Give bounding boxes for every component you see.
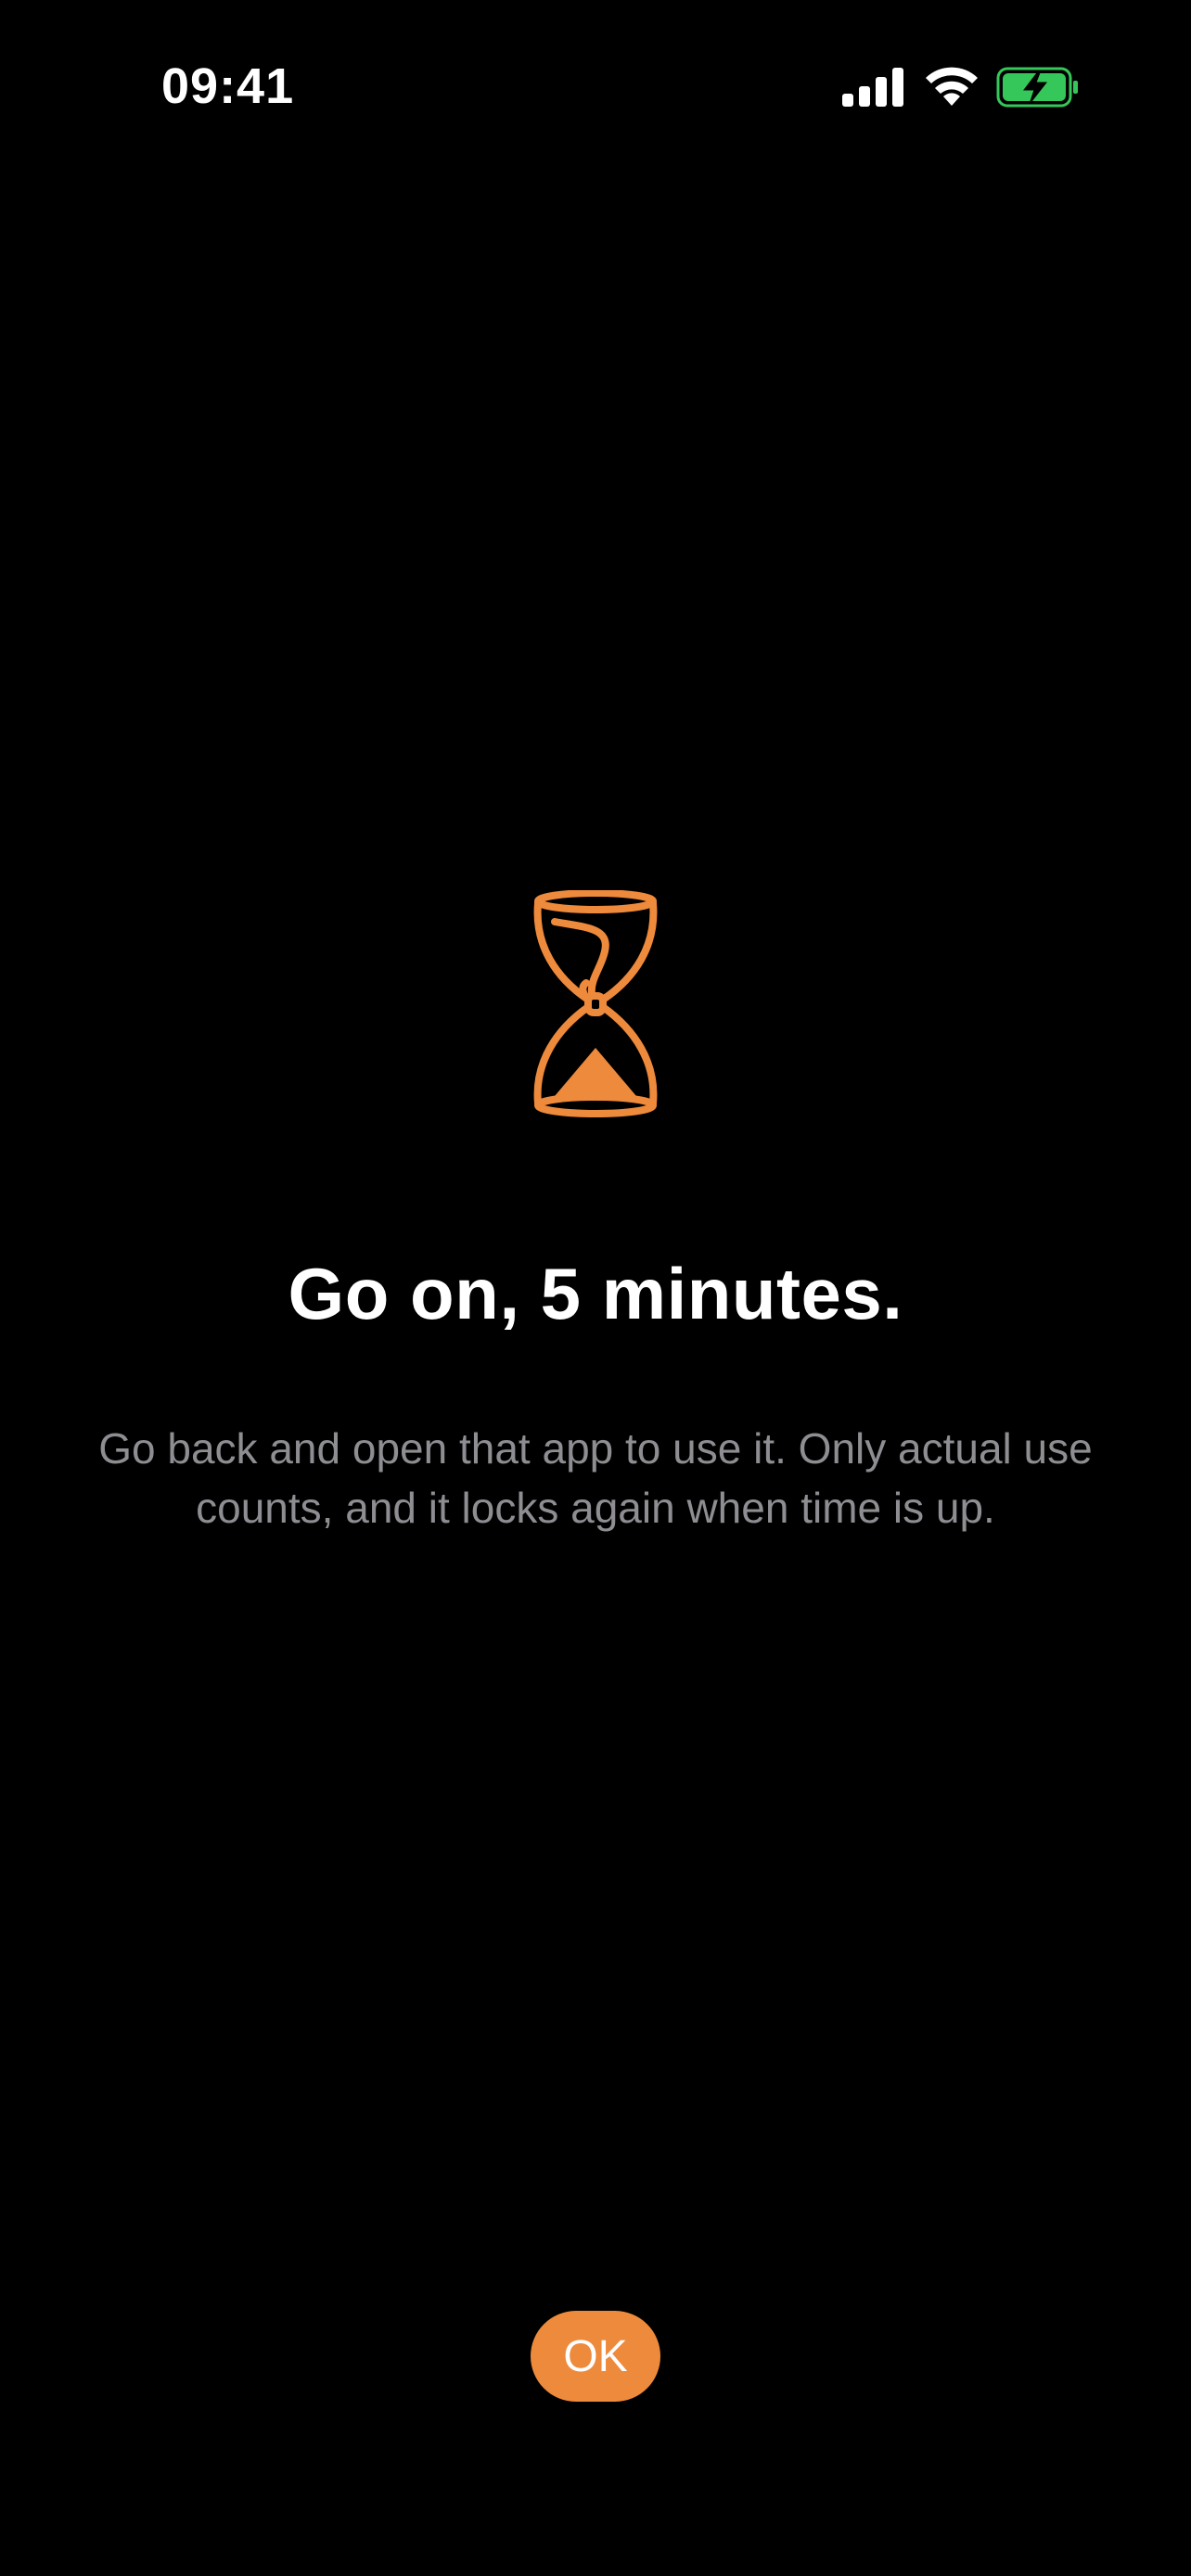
ok-button[interactable]: OK (531, 2311, 660, 2402)
status-bar: 09:41 (0, 0, 1191, 176)
signal-icon (842, 68, 903, 107)
status-time: 09:41 (161, 58, 295, 114)
wifi-icon (926, 67, 978, 106)
status-icons (842, 65, 1083, 111)
hourglass-icon (533, 890, 658, 1117)
page-title: Go on, 5 minutes. (288, 1253, 903, 1334)
description-text: Go back and open that app to use it. Onl… (98, 1424, 1093, 1532)
battery-charging-icon (996, 67, 1078, 108)
